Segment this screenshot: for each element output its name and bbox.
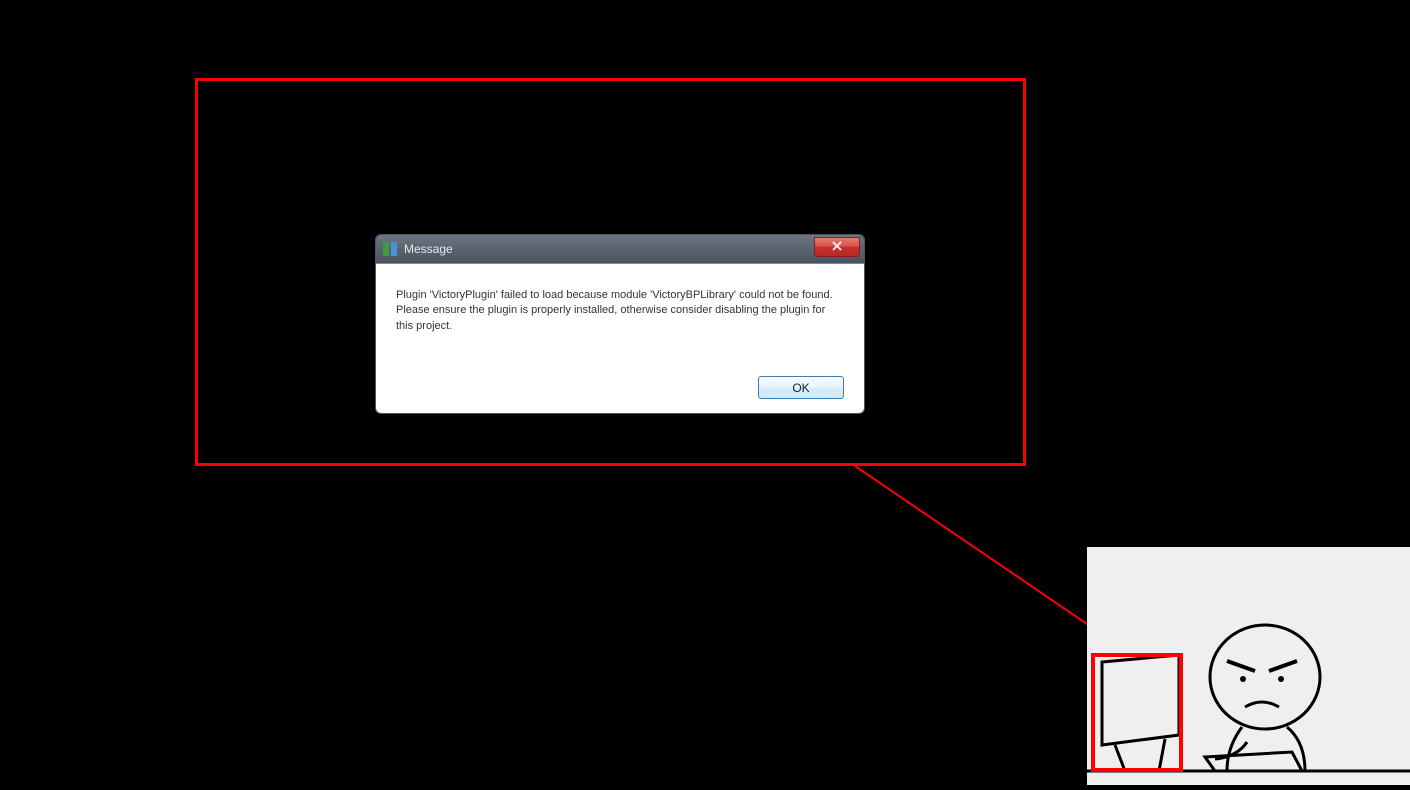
close-icon xyxy=(832,238,842,256)
dialog-actions: OK xyxy=(396,376,844,399)
dialog-titlebar[interactable]: Message xyxy=(376,235,864,263)
dialog-message: Plugin 'VictoryPlugin' failed to load be… xyxy=(396,288,844,334)
message-dialog: Message Plugin 'VictoryPlugin' failed to… xyxy=(375,234,865,414)
app-icon xyxy=(382,241,398,257)
ok-button[interactable]: OK xyxy=(758,376,844,399)
dialog-title: Message xyxy=(404,242,858,256)
dialog-body: Plugin 'VictoryPlugin' failed to load be… xyxy=(376,263,864,413)
monitor-highlight-box xyxy=(1091,653,1183,772)
close-button[interactable] xyxy=(814,237,860,257)
